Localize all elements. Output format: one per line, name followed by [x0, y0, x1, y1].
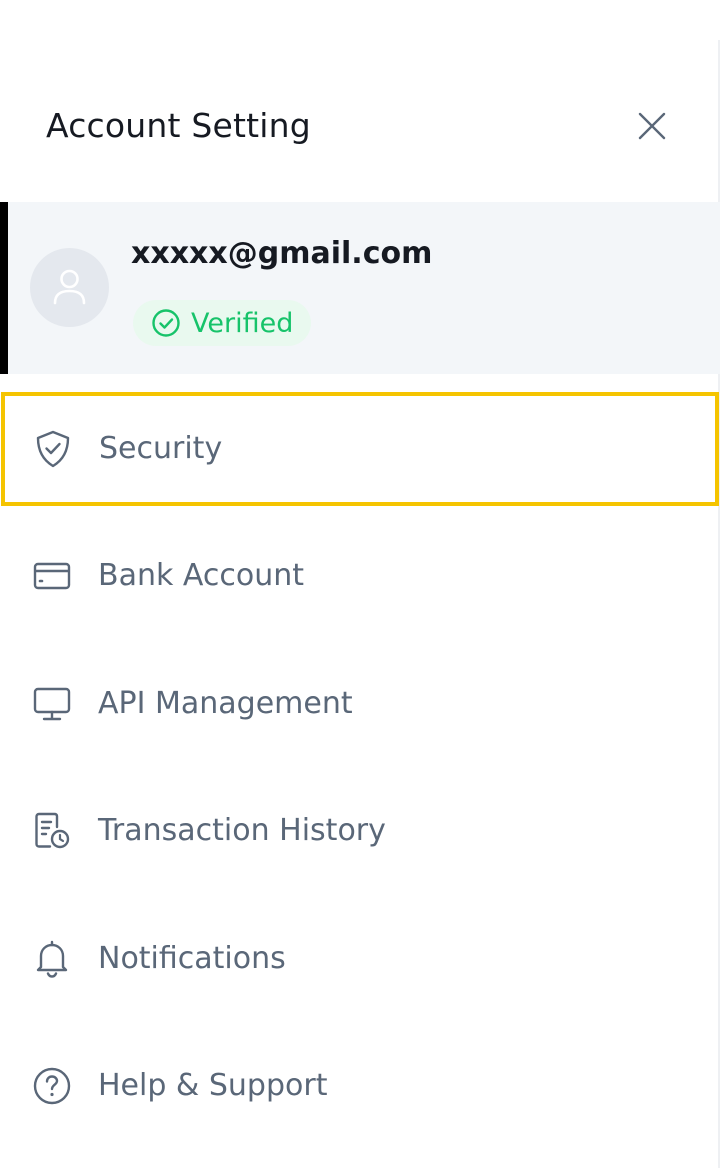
- menu-item-help-support[interactable]: Help & Support: [0, 1029, 720, 1143]
- menu-item-security[interactable]: Security: [1, 392, 719, 506]
- menu-item-label: Bank Account: [98, 558, 305, 593]
- account-settings-panel: Account Setting xxxxx@gmail.com Verified: [0, 0, 720, 1168]
- menu-item-label: API Management: [98, 686, 353, 721]
- bell-icon: [36, 940, 68, 978]
- user-icon: [53, 269, 86, 305]
- check-circle-icon: [152, 309, 180, 337]
- menu-item-label: Transaction History: [98, 813, 386, 848]
- header: Account Setting: [46, 100, 686, 152]
- page-title: Account Setting: [46, 106, 311, 145]
- menu-item-transaction-history[interactable]: Transaction History: [0, 774, 720, 888]
- verified-label: Verified: [191, 307, 294, 339]
- menu-item-bank-account[interactable]: Bank Account: [0, 519, 720, 633]
- verified-badge: Verified: [133, 300, 312, 346]
- profile-accent-bar: [0, 202, 8, 374]
- close-icon: [638, 112, 666, 140]
- menu-item-label: Security: [99, 431, 223, 466]
- shield-check-icon: [36, 430, 70, 468]
- menu-item-api-management[interactable]: API Management: [0, 647, 720, 761]
- profile-card: xxxxx@gmail.com Verified: [0, 202, 720, 374]
- menu-item-label: Notifications: [98, 941, 286, 976]
- card-icon: [33, 562, 71, 590]
- avatar: [30, 248, 109, 327]
- user-email: xxxxx@gmail.com: [131, 236, 433, 271]
- menu-item-label: Help & Support: [98, 1068, 328, 1103]
- close-button[interactable]: [634, 108, 670, 144]
- help-circle-icon: [33, 1067, 71, 1105]
- monitor-icon: [33, 687, 71, 721]
- menu-item-notifications[interactable]: Notifications: [0, 902, 720, 1016]
- receipt-clock-icon: [35, 812, 70, 849]
